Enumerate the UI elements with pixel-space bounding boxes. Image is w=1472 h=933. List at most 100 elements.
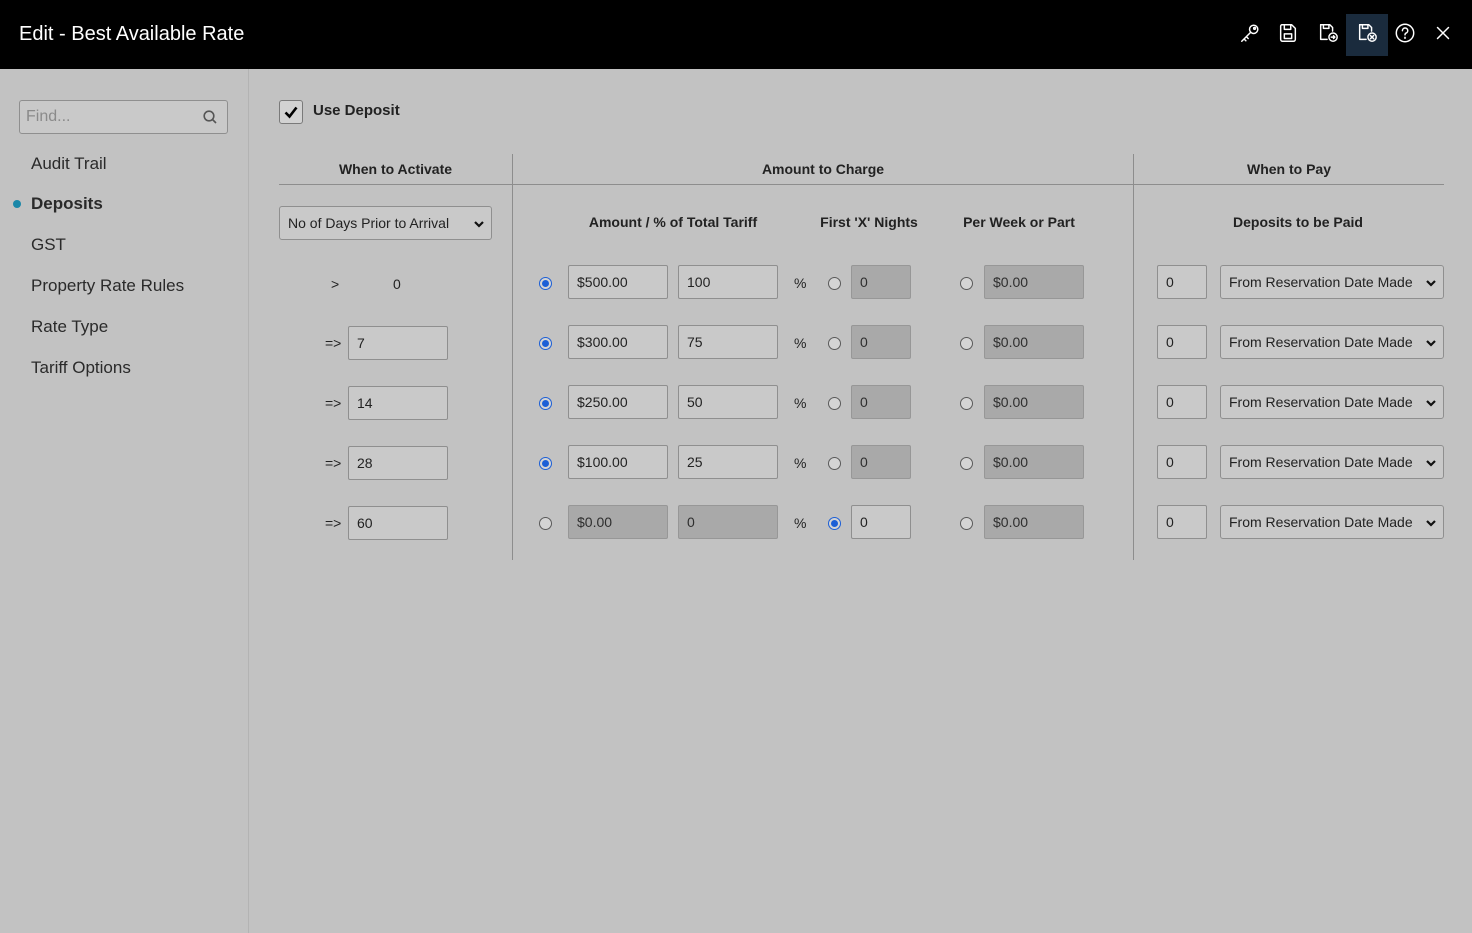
active-indicator [13, 200, 21, 208]
per-week-field[interactable]: $0.00 [984, 445, 1084, 479]
use-deposit-label: Use Deposit [313, 102, 400, 119]
per-week-radio[interactable] [960, 397, 973, 410]
activation-type-select[interactable]: No of Days Prior to Arrival [279, 206, 492, 240]
amount-radio[interactable] [539, 397, 552, 410]
days-field[interactable]: 14 [348, 386, 448, 420]
header-when-to-activate: When to Activate [338, 161, 453, 177]
window-title: Edit - Best Available Rate [19, 23, 245, 45]
nights-field[interactable]: 0 [851, 265, 911, 299]
key-icon [1239, 22, 1261, 49]
save-and-exit-button[interactable] [1307, 14, 1349, 56]
pay-from-value: From Reservation Date Made [1229, 274, 1413, 290]
amount-field[interactable]: $0.00 [568, 505, 668, 539]
pay-from-select[interactable]: From Reservation Date Made [1220, 505, 1444, 539]
pay-count-field[interactable]: 0 [1157, 445, 1207, 479]
nights-radio[interactable] [828, 457, 841, 470]
sidebar-item-gst[interactable]: GST [31, 234, 66, 256]
per-week-field[interactable]: $0.00 [984, 265, 1084, 299]
sidebar-item-deposits[interactable]: Deposits [31, 193, 103, 215]
nights-radio[interactable] [828, 277, 841, 290]
days-value: 0 [393, 276, 401, 292]
amount-field[interactable]: $500.00 [568, 265, 668, 299]
per-week-field[interactable]: $0.00 [984, 385, 1084, 419]
sidebar-item-audit-trail[interactable]: Audit Trail [31, 153, 107, 175]
operator-label: > [331, 276, 340, 292]
nights-radio[interactable] [828, 397, 841, 410]
header-per-week-or-part: Per Week or Part [963, 214, 1075, 230]
chevron-down-icon [1425, 516, 1437, 528]
pay-from-select[interactable]: From Reservation Date Made [1220, 445, 1444, 479]
pay-from-value: From Reservation Date Made [1229, 334, 1413, 350]
sidebar-item-property-rate-rules[interactable]: Property Rate Rules [31, 275, 184, 297]
percent-symbol: % [794, 515, 807, 531]
percent-field[interactable]: 25 [678, 445, 778, 479]
help-icon [1394, 22, 1416, 49]
pay-from-select[interactable]: From Reservation Date Made [1220, 265, 1444, 299]
deposits-panel: Use Deposit When to Activate Amount to C… [249, 69, 1472, 933]
amount-field[interactable]: $250.00 [568, 385, 668, 419]
search-box [19, 100, 228, 134]
amount-radio[interactable] [539, 457, 552, 470]
pay-count-field[interactable]: 0 [1157, 385, 1207, 419]
percent-field[interactable]: 100 [678, 265, 778, 299]
amount-field[interactable]: $100.00 [568, 445, 668, 479]
checkmark-icon [284, 106, 298, 119]
pay-count-field[interactable]: 0 [1157, 265, 1207, 299]
per-week-radio[interactable] [960, 337, 973, 350]
days-field[interactable]: 60 [348, 506, 448, 540]
percent-field[interactable]: 0 [678, 505, 778, 539]
percent-symbol: % [794, 335, 807, 351]
sidebar-item-tariff-options[interactable]: Tariff Options [31, 357, 131, 379]
save-button[interactable] [1267, 14, 1309, 56]
per-week-radio[interactable] [960, 517, 973, 530]
activation-type-value: No of Days Prior to Arrival [288, 215, 450, 231]
operator-label: => [325, 515, 342, 531]
chevron-down-icon [473, 217, 485, 229]
nights-field[interactable]: 0 [851, 445, 911, 479]
amount-radio[interactable] [539, 337, 552, 350]
amount-field[interactable]: $300.00 [568, 325, 668, 359]
per-week-radio[interactable] [960, 277, 973, 290]
nights-radio[interactable] [828, 337, 841, 350]
per-week-radio[interactable] [960, 457, 973, 470]
search-input[interactable] [20, 101, 200, 133]
key-button[interactable] [1229, 14, 1271, 56]
amount-radio[interactable] [539, 277, 552, 290]
percent-field[interactable]: 50 [678, 385, 778, 419]
per-week-field[interactable]: $0.00 [984, 505, 1084, 539]
operator-label: => [325, 455, 342, 471]
close-button[interactable] [1422, 14, 1464, 56]
pay-from-select[interactable]: From Reservation Date Made [1220, 385, 1444, 419]
help-button[interactable] [1384, 14, 1426, 56]
sidebar: Audit Trail Deposits GST Property Rate R… [0, 69, 249, 933]
nights-field[interactable]: 0 [851, 505, 911, 539]
use-deposit-checkbox[interactable] [279, 100, 303, 124]
nights-radio[interactable] [828, 517, 841, 530]
pay-from-value: From Reservation Date Made [1229, 394, 1413, 410]
sidebar-item-rate-type[interactable]: Rate Type [31, 316, 108, 338]
header-when-to-pay: When to Pay [1246, 161, 1331, 177]
amount-radio[interactable] [539, 517, 552, 530]
close-icon [1432, 22, 1454, 49]
days-field[interactable]: 7 [348, 326, 448, 360]
nights-field[interactable]: 0 [851, 385, 911, 419]
chevron-down-icon [1425, 276, 1437, 288]
chevron-down-icon [1425, 336, 1437, 348]
percent-field[interactable]: 75 [678, 325, 778, 359]
chevron-down-icon [1425, 396, 1437, 408]
pay-count-field[interactable]: 0 [1157, 325, 1207, 359]
nights-field[interactable]: 0 [851, 325, 911, 359]
search-icon[interactable] [202, 109, 218, 125]
save-exit-icon [1317, 22, 1339, 49]
pay-from-select[interactable]: From Reservation Date Made [1220, 325, 1444, 359]
save-close-icon [1356, 22, 1378, 49]
percent-symbol: % [794, 455, 807, 471]
days-field[interactable]: 28 [348, 446, 448, 480]
header-amount-percent: Amount / % of Total Tariff [588, 214, 758, 230]
save-and-close-button[interactable] [1346, 14, 1388, 56]
per-week-field[interactable]: $0.00 [984, 325, 1084, 359]
title-bar: Edit - Best Available Rate [0, 0, 1472, 69]
header-divider [279, 184, 1444, 185]
percent-symbol: % [794, 395, 807, 411]
pay-count-field[interactable]: 0 [1157, 505, 1207, 539]
